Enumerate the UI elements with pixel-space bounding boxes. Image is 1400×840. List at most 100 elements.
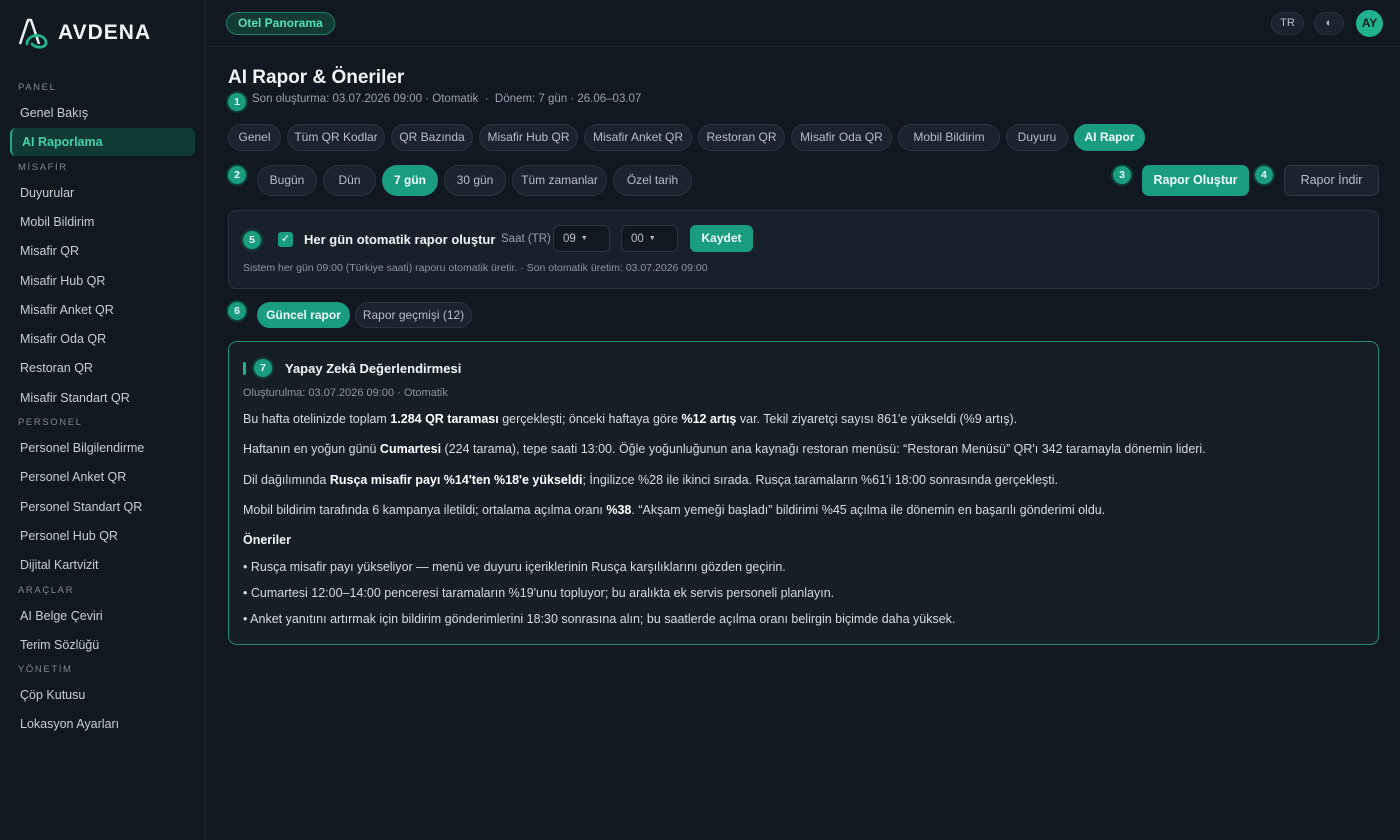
tab-item[interactable]: AI Rapor [1074, 124, 1145, 151]
sidebar-item[interactable]: Personel Bilgilendirme [10, 434, 195, 462]
theme-toggle-icon[interactable]: ◐ [1314, 12, 1344, 35]
tab-item[interactable]: Misafir Hub QR [479, 124, 578, 151]
sidebar-item[interactable]: Duyurular [10, 179, 195, 207]
hour-select[interactable]: 09 ▼ [553, 225, 610, 252]
step-badge-7: 7 [254, 359, 272, 377]
nav-section-title: PANEL [18, 82, 57, 93]
report-text: ; İngilizce %28 ile ikinci sırada. Rusça… [582, 473, 1059, 487]
page-title: AI Rapor & Öneriler [228, 67, 405, 88]
report-highlight: %38 [606, 503, 632, 517]
report-text: . “Akşam yemeği başladı” bildirimi %45 a… [631, 503, 1106, 517]
sidebar-item[interactable]: Mobil Bildirim [10, 208, 195, 236]
report-paragraph: Mobil bildirim tarafında 6 kampanya ilet… [243, 503, 1105, 517]
topbar: Otel Panorama TR ◐ AY [207, 0, 1400, 47]
range-option[interactable]: Bugün [257, 165, 317, 196]
location-selector[interactable]: Otel Panorama [226, 12, 335, 35]
nav-section-title: PERSONEL [18, 417, 83, 428]
recommendation-item: • Anket yanıtını artırmak için bildirim … [243, 612, 956, 626]
range-option[interactable]: Tüm zamanlar [512, 165, 607, 196]
main-content: AI Rapor & Öneriler 1 Son oluşturma: 03.… [207, 47, 1400, 840]
recommendation-item: • Cumartesi 12:00–14:00 penceresi tarama… [243, 586, 835, 600]
sidebar-item[interactable]: Misafir Anket QR [10, 296, 195, 324]
step-badge-2: 2 [228, 166, 246, 184]
chevron-down-icon: ▼ [648, 235, 656, 242]
tab-item[interactable]: QR Bazında [391, 124, 473, 151]
step-badge-5: 5 [243, 231, 261, 249]
report-meta: Son oluşturma: 03.07.2026 09:00 · Otomat… [252, 93, 642, 105]
avatar[interactable]: AY [1356, 10, 1383, 37]
sidebar-item[interactable]: Terim Sözlüğü [10, 631, 195, 659]
auto-report-card: 5 ✓ Her gün otomatik rapor oluştur Saat … [228, 210, 1379, 289]
report-text: (224 tarama), tepe saati 13:00. Öğle yoğ… [441, 442, 1206, 456]
report-paragraph: Dil dağılımında Rusça misafir payı %14't… [243, 473, 1058, 487]
report-highlight: Rusça misafir payı %14'ten %18'e yükseld… [329, 473, 583, 487]
sidebar-item[interactable]: Misafir Standart QR [10, 384, 195, 412]
report-text: Haftanın en yoğun günü [243, 442, 380, 456]
tab-item[interactable]: Genel [228, 124, 281, 151]
report-card: 7 Yapay Zekâ Değerlendirmesi Oluşturulma… [228, 341, 1379, 645]
range-option[interactable]: Dün [323, 165, 376, 196]
step-badge-4: 4 [1255, 166, 1273, 184]
minute-value: 00 [631, 233, 644, 245]
auto-report-label: Her gün otomatik rapor oluştur [304, 232, 496, 247]
nav-section-title: ARAÇLAR [18, 584, 75, 596]
report-highlight: Cumartesi [379, 442, 442, 456]
tab-item[interactable]: Restoran QR [698, 124, 785, 151]
sidebar: AVDENA PANEL Genel Bakış AI Raporlama MİSAF… [0, 0, 206, 840]
report-text: Mobil bildirim tarafında 6 kampanya ilet… [243, 503, 607, 517]
report-highlight: 1.284 QR taraması [390, 412, 499, 426]
sidebar-item[interactable]: AI Raporlama [10, 128, 195, 157]
sidebar-item[interactable]: Genel Bakış [10, 99, 195, 127]
recommendation-item: • Rusça misafir payı yükseliyor — menü v… [243, 560, 786, 574]
tab-item[interactable]: Tüm QR Kodlar [287, 124, 385, 151]
auto-report-note: Sistem her gün 09:00 (Türkiye saati) rap… [243, 262, 708, 274]
sidebar-item[interactable]: Lokasyon Ayarları [10, 710, 195, 738]
sidebar-item[interactable]: Personel Hub QR [10, 522, 195, 550]
range-option[interactable]: 30 gün [444, 165, 506, 196]
auto-report-checkbox[interactable]: ✓ [278, 232, 293, 247]
tab-item[interactable]: Misafir Anket QR [584, 124, 692, 151]
range-option[interactable]: Özel tarih [613, 165, 692, 196]
range-option[interactable]: 7 gün [382, 165, 438, 196]
tab-item[interactable]: Misafir Oda QR [791, 124, 892, 151]
report-text: var. Tekil ziyaretçi sayısı 861'e yüksel… [736, 412, 1018, 426]
report-paragraph: Bu hafta otelinizde toplam 1.284 QR tara… [243, 412, 1017, 426]
report-paragraph: Haftanın en yoğun günü Cumartesi (224 ta… [243, 442, 1206, 456]
sidebar-item[interactable]: Dijital Kartvizit [10, 551, 195, 579]
report-accent-bar [243, 362, 246, 375]
tab-report-history[interactable]: Rapor geçmişi (12) [355, 302, 472, 328]
brand-logo[interactable]: AVDENA [18, 16, 151, 50]
sidebar-item[interactable]: Çöp Kutusu [10, 681, 195, 709]
download-report-button[interactable]: Rapor İndir [1284, 165, 1379, 196]
report-title: Yapay Zekâ Değerlendirmesi [285, 361, 462, 376]
sidebar-item[interactable]: Misafir Oda QR [10, 325, 195, 353]
recommendations-title: Öneriler [243, 533, 291, 547]
step-badge-3: 3 [1113, 166, 1131, 184]
report-text: gerçekleşti; önceki haftaya göre [498, 412, 682, 426]
language-button[interactable]: TR [1271, 12, 1304, 35]
tab-current-report[interactable]: Güncel rapor [257, 302, 350, 328]
minute-select[interactable]: 00 ▼ [621, 225, 678, 252]
chevron-down-icon: ▼ [580, 235, 588, 242]
sidebar-item[interactable]: Misafir Hub QR [10, 267, 195, 295]
time-label: Saat (TR) [501, 233, 551, 245]
hour-value: 09 [563, 233, 576, 245]
tab-item[interactable]: Mobil Bildirim [898, 124, 1000, 151]
nav-section-title: YÖNETİM [18, 664, 73, 676]
sidebar-item[interactable]: Personel Standart QR [10, 493, 195, 521]
report-text: Dil dağılımında [243, 473, 330, 487]
nav-section-title: MİSAFİR [18, 161, 68, 173]
report-text: Bu hafta otelinizde toplam [243, 412, 391, 426]
logo-mark-icon [18, 18, 48, 49]
tab-item[interactable]: Duyuru [1006, 124, 1068, 151]
sidebar-item[interactable]: Misafir QR [10, 237, 195, 265]
report-created-meta: Oluşturulma: 03.07.2026 09:00 · Otomatik [243, 387, 448, 399]
sidebar-item[interactable]: Restoran QR [10, 354, 195, 382]
sidebar-item[interactable]: AI Belge Çeviri [10, 602, 195, 630]
save-button[interactable]: Kaydet [690, 225, 753, 252]
sidebar-item[interactable]: Personel Anket QR [10, 463, 195, 491]
brand-name: AVDENA [58, 21, 152, 44]
generate-report-button[interactable]: Rapor Oluştur [1142, 165, 1249, 196]
step-badge-6: 6 [228, 302, 246, 320]
report-highlight: %12 artış [681, 412, 737, 426]
